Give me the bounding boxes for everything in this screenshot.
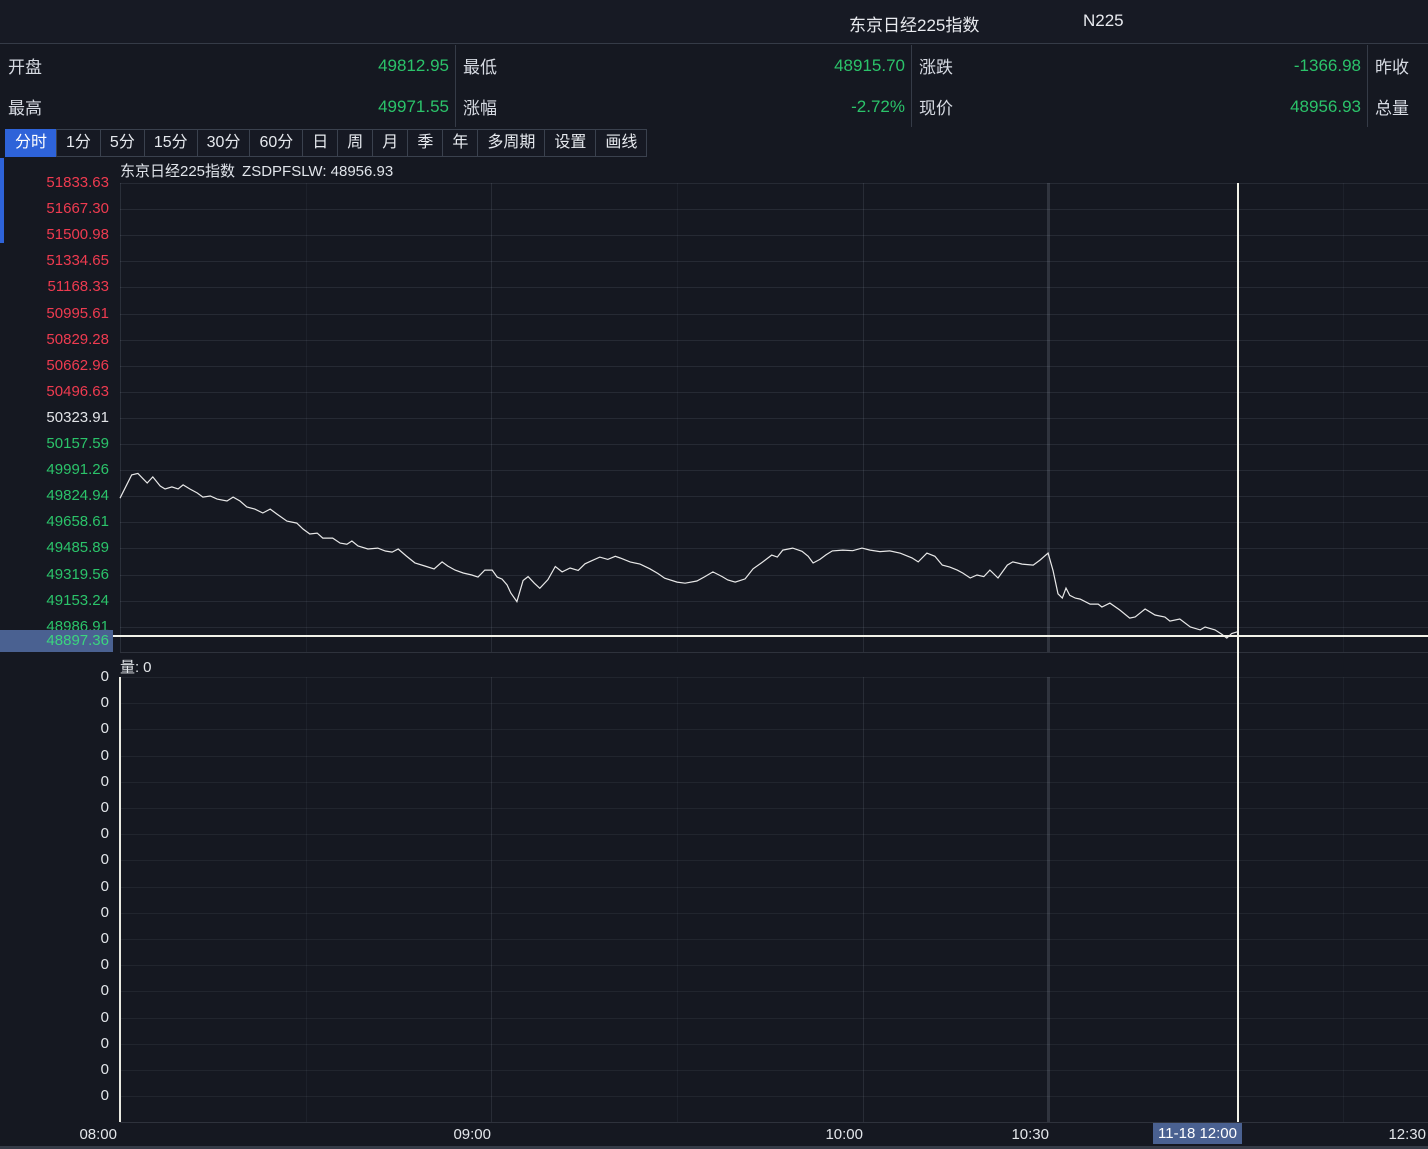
volume-axis-line: [119, 677, 121, 1122]
app-window: 东京日经225指数 N225 开盘49812.95最低48915.70涨跌-13…: [0, 0, 1428, 1149]
time-axis-label-current: 11-18 12:00: [1153, 1123, 1242, 1144]
crosshair-price-label: 48897.36: [0, 630, 113, 652]
price-line: [120, 473, 1238, 638]
crosshair-vertical-line: [1237, 183, 1239, 1122]
crosshair-horizontal-line: [113, 635, 1428, 637]
left-scroll-indicator: [0, 158, 4, 243]
price-line-plot: [0, 0, 1428, 1149]
